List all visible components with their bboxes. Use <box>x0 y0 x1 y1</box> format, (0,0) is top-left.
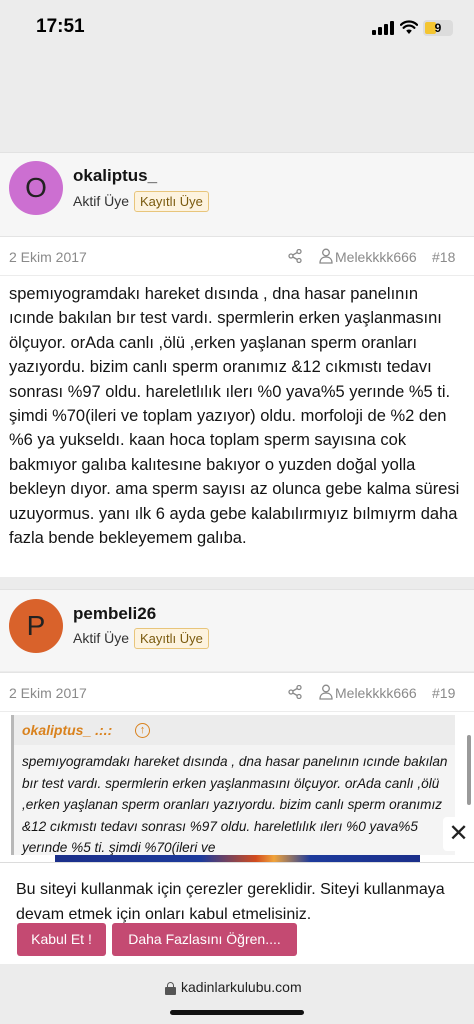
user-title: Aktif Üye <box>73 193 130 209</box>
url-domain[interactable]: kadinlarkulubu.com <box>181 979 302 995</box>
battery-icon: 9 <box>423 20 453 36</box>
user-badge: Kayıtlı Üye <box>134 628 209 649</box>
wifi-icon <box>400 20 418 34</box>
username[interactable]: pembeli26 <box>73 604 156 624</box>
blockquote: okaliptus_ .:.: ↑ spemıyogramdakı hareke… <box>11 715 455 855</box>
user-title: Aktif Üye <box>73 630 130 646</box>
post-separator <box>0 577 474 589</box>
battery-level: 9 <box>434 21 442 35</box>
post-meta-username[interactable]: Melekkkk666 <box>335 685 417 701</box>
browser-url-bar[interactable]: kadinlarkulubu.com <box>0 964 474 1024</box>
accept-cookies-button[interactable]: Kabul Et ! <box>17 923 106 956</box>
jump-to-quote-icon[interactable]: ↑ <box>135 723 150 738</box>
page-top-area <box>0 56 474 152</box>
post-meta-bar: 2 Ekim 2017 Melekkkk666 #19 <box>0 672 474 712</box>
quote-text: spemıyogramdakı hareket dısında , dna ha… <box>22 754 448 855</box>
post-author-header: P pembeli26 Aktif Üye Kayıtlı Üye <box>0 589 474 671</box>
cookie-notice-text: Bu siteyi kullanmak için çerezler gerekl… <box>16 881 445 923</box>
learn-more-button[interactable]: Daha Fazlasını Öğren.... <box>112 923 297 956</box>
avatar[interactable]: P <box>9 599 63 653</box>
post-meta-bar: 2 Ekim 2017 Melekkkk666 #18 <box>0 236 474 276</box>
share-icon[interactable] <box>288 685 302 699</box>
post-number[interactable]: #18 <box>432 249 455 265</box>
person-icon <box>319 684 333 700</box>
status-time: 17:51 <box>36 16 85 37</box>
cellular-signal-icon <box>372 21 394 35</box>
share-icon[interactable] <box>288 249 302 263</box>
person-icon <box>319 248 333 264</box>
post-text: spemıyogramdakı hareket dısında , dna ha… <box>9 285 460 548</box>
post-date[interactable]: 2 Ekim 2017 <box>9 685 87 701</box>
post-meta-username[interactable]: Melekkkk666 <box>335 249 417 265</box>
quote-header: okaliptus_ .:.: ↑ <box>14 715 455 745</box>
close-ad-button[interactable]: ✕ <box>443 817 474 851</box>
avatar[interactable]: O <box>9 161 63 215</box>
post-date[interactable]: 2 Ekim 2017 <box>9 249 87 265</box>
cookie-consent-banner: Bu siteyi kullanmak için çerezler gerekl… <box>0 862 474 964</box>
user-badge: Kayıtlı Üye <box>134 191 209 212</box>
status-bar: 17:51 9 <box>0 0 474 56</box>
home-indicator[interactable] <box>170 1010 304 1015</box>
username[interactable]: okaliptus_ <box>73 166 157 186</box>
scrollbar[interactable] <box>467 735 471 805</box>
quote-author[interactable]: okaliptus_ .:.: <box>22 722 112 738</box>
post-number[interactable]: #19 <box>432 685 455 701</box>
post-author-header: O okaliptus_ Aktif Üye Kayıtlı Üye <box>0 152 474 240</box>
close-icon: ✕ <box>448 820 469 847</box>
lock-icon <box>165 982 176 995</box>
post-body: spemıyogramdakı hareket dısında , dna ha… <box>0 276 474 577</box>
